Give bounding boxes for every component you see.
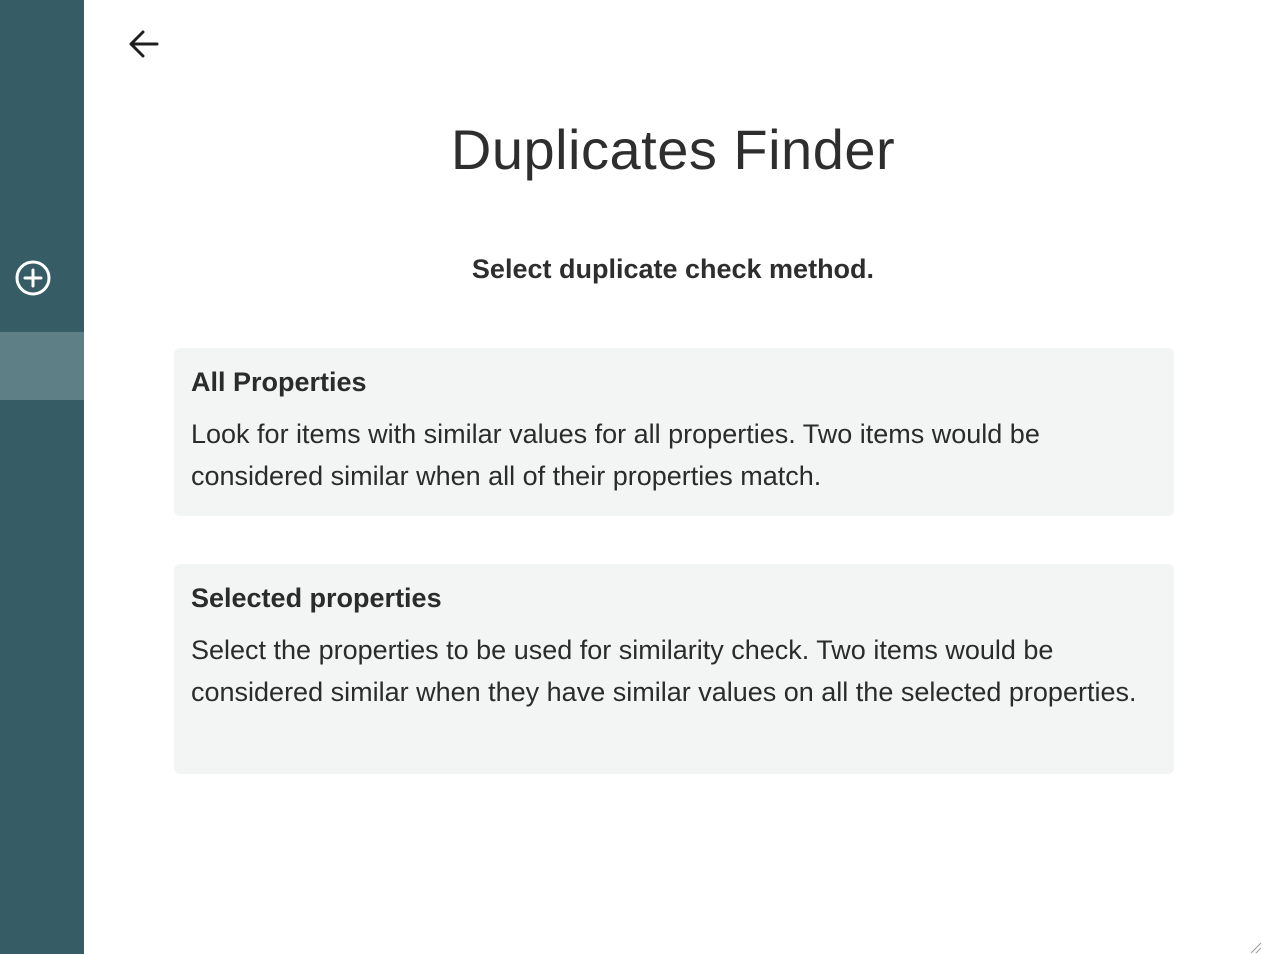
- page-subtitle: Select duplicate check method.: [471, 254, 875, 284]
- option-title: Selected properties: [191, 583, 442, 613]
- arrow-left-icon: [127, 27, 161, 66]
- back-button[interactable]: [126, 28, 162, 64]
- add-button[interactable]: [14, 259, 52, 302]
- option-all-properties[interactable]: All Properties Look for items with simil…: [174, 348, 1174, 516]
- option-description: Look for items with similar values for a…: [191, 419, 1040, 491]
- main-content: Duplicates Finder Select duplicate check…: [84, 0, 1262, 954]
- sidebar-item-active[interactable]: [0, 332, 84, 400]
- option-title: All Properties: [191, 367, 367, 397]
- option-selected-properties[interactable]: Selected properties Select the propertie…: [174, 564, 1174, 774]
- option-description: Select the properties to be used for sim…: [191, 635, 1137, 707]
- resize-handle[interactable]: [1248, 940, 1262, 954]
- plus-circle-icon: [14, 259, 52, 302]
- app-window: Duplicates Finder Select duplicate check…: [0, 0, 1262, 954]
- page-title: Duplicates Finder: [450, 118, 896, 181]
- sidebar: [0, 0, 84, 954]
